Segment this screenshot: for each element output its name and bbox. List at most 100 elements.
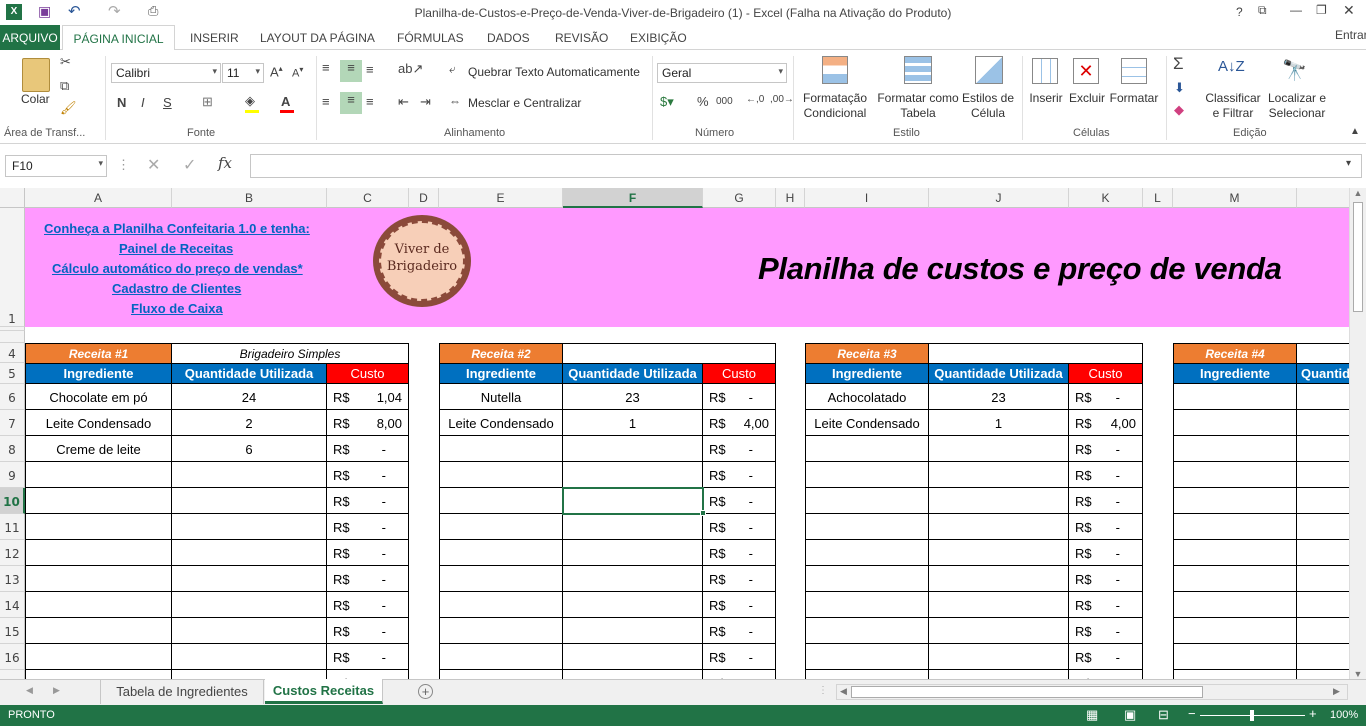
recipe-1-cost-cell[interactable]: R$ 8,00 <box>327 410 409 436</box>
format-cells-button[interactable]: Formatar <box>1107 91 1161 106</box>
recipe-3-qty-cell[interactable]: 1 <box>929 410 1069 436</box>
col-header-c[interactable]: C <box>327 188 409 208</box>
sheet-tab-ingredientes[interactable]: Tabela de Ingredientes <box>100 680 264 704</box>
recipe-3-cost-cell[interactable]: R$- <box>1069 592 1143 618</box>
recipe-3-qty-cell[interactable] <box>929 436 1069 462</box>
recipe-3-ingredient-cell[interactable] <box>805 514 929 540</box>
confirm-entry-icon[interactable]: ✓ <box>183 155 196 175</box>
normal-view-icon[interactable]: ▦ <box>1086 707 1098 723</box>
row-header-13[interactable]: 13 <box>0 566 25 592</box>
recipe-2-ingredient-cell[interactable] <box>439 488 563 514</box>
recipe-3-ingredient-header[interactable]: Ingrediente <box>805 364 929 384</box>
bold-button[interactable]: N <box>117 95 126 110</box>
vertical-scrollbar[interactable]: ▲ ▼ <box>1349 188 1366 679</box>
row-header-9[interactable]: 9 <box>0 462 25 488</box>
align-left-icon[interactable]: ≡ <box>322 94 330 109</box>
underline-button[interactable]: S <box>163 95 172 110</box>
row-header-14[interactable]: 14 <box>0 592 25 618</box>
italic-button[interactable]: I <box>141 95 145 110</box>
insert-function-button[interactable]: fx <box>218 154 232 172</box>
recipe-3-cost-cell[interactable]: R$- <box>1069 644 1143 670</box>
recipe-4-qty-cell[interactable] <box>1297 592 1349 618</box>
prev-sheet-icon[interactable]: ◀ <box>26 685 33 696</box>
recipe-3-cost-cell[interactable]: R$- <box>1069 670 1143 679</box>
recipe-4-qty-cell[interactable] <box>1297 644 1349 670</box>
percent-button[interactable]: % <box>697 94 709 109</box>
recipe-4-qty-cell[interactable] <box>1297 618 1349 644</box>
format-table-icon[interactable] <box>904 56 932 84</box>
find-select-button[interactable]: Localizar e Selecionar <box>1263 91 1331 121</box>
recipe-3-ingredient-cell[interactable] <box>805 488 929 514</box>
recipe-2-cost-cell[interactable]: R$ - <box>703 566 776 592</box>
col-header-b[interactable]: B <box>172 188 327 208</box>
zoom-slider[interactable] <box>1200 710 1305 721</box>
horizontal-scrollbar[interactable]: ◀ <box>836 684 1348 700</box>
recipe-1-cost-cell[interactable]: R$ - <box>327 618 409 644</box>
recipe-1-cost-cell[interactable]: R$ - <box>327 462 409 488</box>
recipe-4-ingredient-cell[interactable] <box>1173 436 1297 462</box>
font-size-combo[interactable]: 11 <box>222 63 264 83</box>
align-middle-icon[interactable]: ≡ <box>340 60 362 82</box>
tab-exibicao[interactable]: EXIBIÇÃO <box>630 31 687 45</box>
recipe-4-qty-cell[interactable] <box>1297 488 1349 514</box>
recipe-3-cost-cell[interactable]: R$- <box>1069 384 1143 410</box>
collapse-ribbon-icon[interactable]: ▲ <box>1350 126 1360 137</box>
zoom-out-icon[interactable]: − <box>1188 706 1196 721</box>
recipe-2-ingredient-cell[interactable] <box>439 644 563 670</box>
recipe-1-cost-cell[interactable]: R$ - <box>327 592 409 618</box>
recipe-4-ingredient-cell[interactable] <box>1173 644 1297 670</box>
page-layout-view-icon[interactable]: ▣ <box>1124 707 1136 723</box>
recipe-2-ingredient-cell[interactable] <box>439 670 563 679</box>
font-color-icon[interactable]: A <box>281 94 290 109</box>
recipe-1-ingredient-cell[interactable] <box>25 462 172 488</box>
orientation-icon[interactable]: ab↗ <box>398 61 423 77</box>
recipe-4-qty-cell[interactable] <box>1297 410 1349 436</box>
recipe-1-ingredient-cell[interactable] <box>25 644 172 670</box>
recipe-3-ingredient-cell[interactable] <box>805 436 929 462</box>
recipe-3-qty-cell[interactable] <box>929 670 1069 679</box>
recipe-3-cost-cell[interactable]: R$- <box>1069 618 1143 644</box>
autosum-icon[interactable]: Σ <box>1173 54 1184 74</box>
recipe-4-ingredient-cell[interactable] <box>1173 384 1297 410</box>
recipe-1-qty-cell[interactable]: 24 <box>172 384 327 410</box>
recipe-1-ingredient-cell[interactable]: Chocolate em pó <box>25 384 172 410</box>
col-header-m[interactable]: M <box>1173 188 1297 208</box>
recipe-4-name[interactable] <box>1297 343 1349 364</box>
recipe-1-ingredient-cell[interactable]: Leite Condensado <box>25 410 172 436</box>
grow-font-icon[interactable]: A▴ <box>270 64 283 79</box>
recipe-1-ingredient-cell[interactable] <box>25 514 172 540</box>
recipe-2-ingredient-cell[interactable]: Leite Condensado <box>439 410 563 436</box>
selected-cell-f10[interactable] <box>562 487 704 515</box>
decrease-decimal-icon[interactable]: ,00→ <box>770 94 794 105</box>
row-header-11[interactable]: 11 <box>0 514 25 540</box>
sort-filter-button[interactable]: Classificar e Filtrar <box>1202 91 1264 121</box>
row-header-1[interactable]: 1 <box>0 208 25 327</box>
recipe-3-ingredient-cell[interactable]: Leite Condensado <box>805 410 929 436</box>
recipe-4-qty-cell[interactable] <box>1297 384 1349 410</box>
row-header-17[interactable] <box>0 670 25 679</box>
recipe-1-qty-cell[interactable] <box>172 644 327 670</box>
recipe-2-qty-cell[interactable] <box>563 670 703 679</box>
wrap-text-button[interactable]: Quebrar Texto Automaticamente <box>468 65 640 79</box>
col-header-e[interactable]: E <box>439 188 563 208</box>
help-button[interactable]: ? <box>1236 5 1243 19</box>
recipe-1-ingredient-cell[interactable] <box>25 566 172 592</box>
row-header-16[interactable]: 16 <box>0 644 25 670</box>
tab-pagina-inicial[interactable]: PÁGINA INICIAL <box>62 25 175 51</box>
row-header-4[interactable]: 4 <box>0 343 25 363</box>
recipe-2-cost-cell[interactable]: R$ - <box>703 618 776 644</box>
recipe-1-cost-cell[interactable]: R$ - <box>327 514 409 540</box>
tab-arquivo[interactable]: ARQUIVO <box>0 25 60 50</box>
row-header-5[interactable]: 5 <box>0 363 25 384</box>
increase-decimal-icon[interactable]: ←,0 <box>746 94 764 105</box>
conditional-format-button[interactable]: Formatação Condicional <box>797 91 873 121</box>
banner-link-cadastro[interactable]: Cadastro de Clientes <box>112 281 241 296</box>
formula-input[interactable] <box>250 154 1362 178</box>
scroll-right-icon[interactable]: ▶ <box>1333 686 1340 697</box>
next-sheet-icon[interactable]: ▶ <box>53 685 60 696</box>
recipe-4-qty-header[interactable]: Quantidade Utilizada <box>1297 364 1349 384</box>
accounting-format-icon[interactable]: $▾ <box>660 94 674 110</box>
recipe-2-ingredient-cell[interactable] <box>439 540 563 566</box>
recipe-4-qty-cell[interactable] <box>1297 462 1349 488</box>
recipe-1-label[interactable]: Receita #1 <box>25 343 172 364</box>
